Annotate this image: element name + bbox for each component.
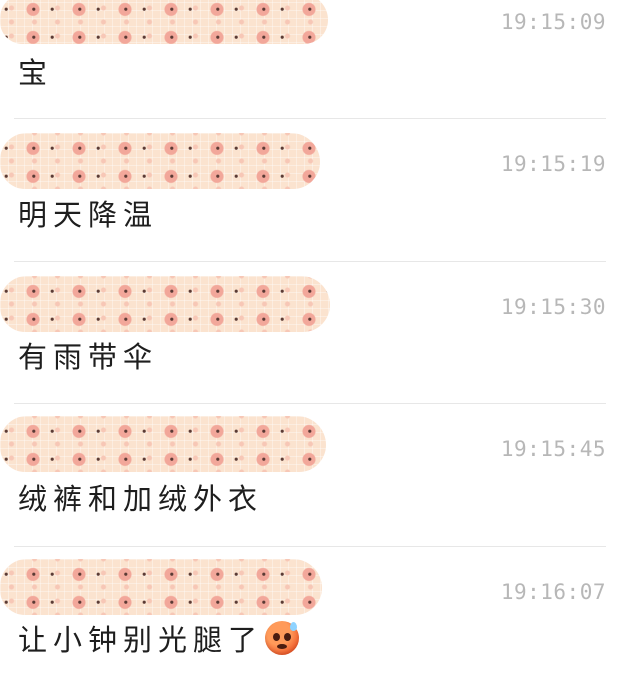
sender-name-sticker xyxy=(0,276,330,332)
message-item[interactable]: 19:15:19 明天降温 xyxy=(0,119,640,261)
message-time: 19:15:30 xyxy=(500,295,606,319)
message-item[interactable]: 19:15:09 宝 xyxy=(0,0,640,118)
message-item[interactable]: 19:15:30 有雨带伞 xyxy=(0,262,640,403)
message-text: 有雨带伞 xyxy=(18,334,158,376)
message-text: 宝 xyxy=(18,50,53,92)
message-text-content: 明天降温 xyxy=(18,198,159,232)
message-time: 19:15:45 xyxy=(500,437,606,461)
message-time: 19:15:09 xyxy=(500,10,606,34)
message-text-content: 宝 xyxy=(18,56,54,90)
message-time: 19:15:19 xyxy=(500,152,606,176)
hot-face-sweat-emoji-icon xyxy=(265,621,300,655)
message-time: 19:16:07 xyxy=(500,580,606,604)
message-text: 绒裤和加绒外衣 xyxy=(18,476,263,518)
message-text: 明天降温 xyxy=(18,192,158,234)
message-text-content: 让小钟别光腿了 xyxy=(18,623,264,657)
message-text-content: 绒裤和加绒外衣 xyxy=(18,482,264,516)
sender-name-sticker xyxy=(0,559,322,615)
message-item[interactable]: 19:16:07 让小钟别光腿了 xyxy=(0,547,640,676)
message-item[interactable]: 19:15:45 绒裤和加绒外衣 xyxy=(0,404,640,546)
message-text: 让小钟别光腿了 xyxy=(18,617,300,659)
sender-name-sticker xyxy=(0,416,326,472)
sender-name-sticker xyxy=(0,133,320,189)
message-text-content: 有雨带伞 xyxy=(18,340,159,374)
sender-name-sticker xyxy=(0,0,328,44)
